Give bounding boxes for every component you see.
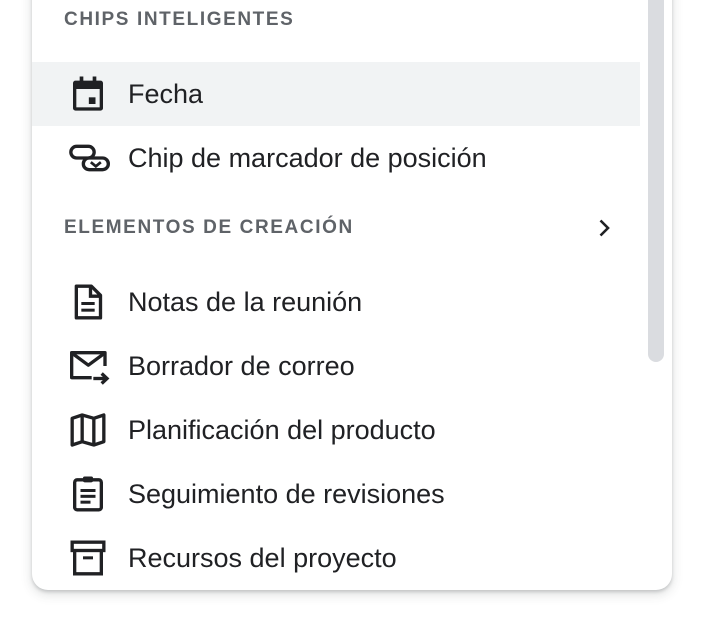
menu-item-label: Recursos del proyecto	[128, 542, 397, 573]
scrollbar-thumb[interactable]	[648, 0, 664, 362]
menu-item-review-tracker[interactable]: Seguimiento de revisiones	[32, 462, 640, 526]
menu-item-fecha[interactable]: Fecha	[32, 62, 640, 126]
menu-item-placeholder-chip[interactable]: Chip de marcador de posición	[32, 126, 640, 190]
menu-item-label: Notas de la reunión	[128, 286, 363, 317]
section-title: ELEMENTOS DE CREACIÓN	[64, 217, 354, 238]
menu-item-email-draft[interactable]: Borrador de correo	[32, 334, 640, 398]
insert-menu-panel: CHIPS INTELIGENTES Fecha Chip de marcado…	[32, 0, 672, 590]
menu-item-product-roadmap[interactable]: Planificación del producto	[32, 398, 640, 462]
menu-item-project-assets[interactable]: Recursos del proyecto	[32, 526, 640, 590]
menu-item-meeting-notes[interactable]: Notas de la reunión	[32, 270, 640, 334]
section-header-building-blocks[interactable]: ELEMENTOS DE CREACIÓN	[32, 208, 640, 248]
menu-item-label: Seguimiento de revisiones	[128, 478, 445, 509]
menu-item-label: Chip de marcador de posición	[128, 142, 487, 173]
chevron-right-icon	[592, 216, 616, 240]
clipboard-icon	[68, 472, 112, 516]
document-icon	[68, 280, 112, 324]
placeholder-chip-icon	[68, 136, 112, 180]
mail-forward-icon	[68, 344, 112, 388]
menu-item-label: Borrador de correo	[128, 350, 355, 381]
menu-item-label: Fecha	[128, 78, 204, 109]
menu-item-label: Planificación del producto	[128, 414, 436, 445]
calendar-icon	[68, 72, 112, 116]
section-title: CHIPS INTELIGENTES	[64, 9, 295, 30]
archive-box-icon	[68, 536, 112, 580]
section-header-smart-chips: CHIPS INTELIGENTES	[32, 0, 640, 40]
map-icon	[68, 408, 112, 452]
